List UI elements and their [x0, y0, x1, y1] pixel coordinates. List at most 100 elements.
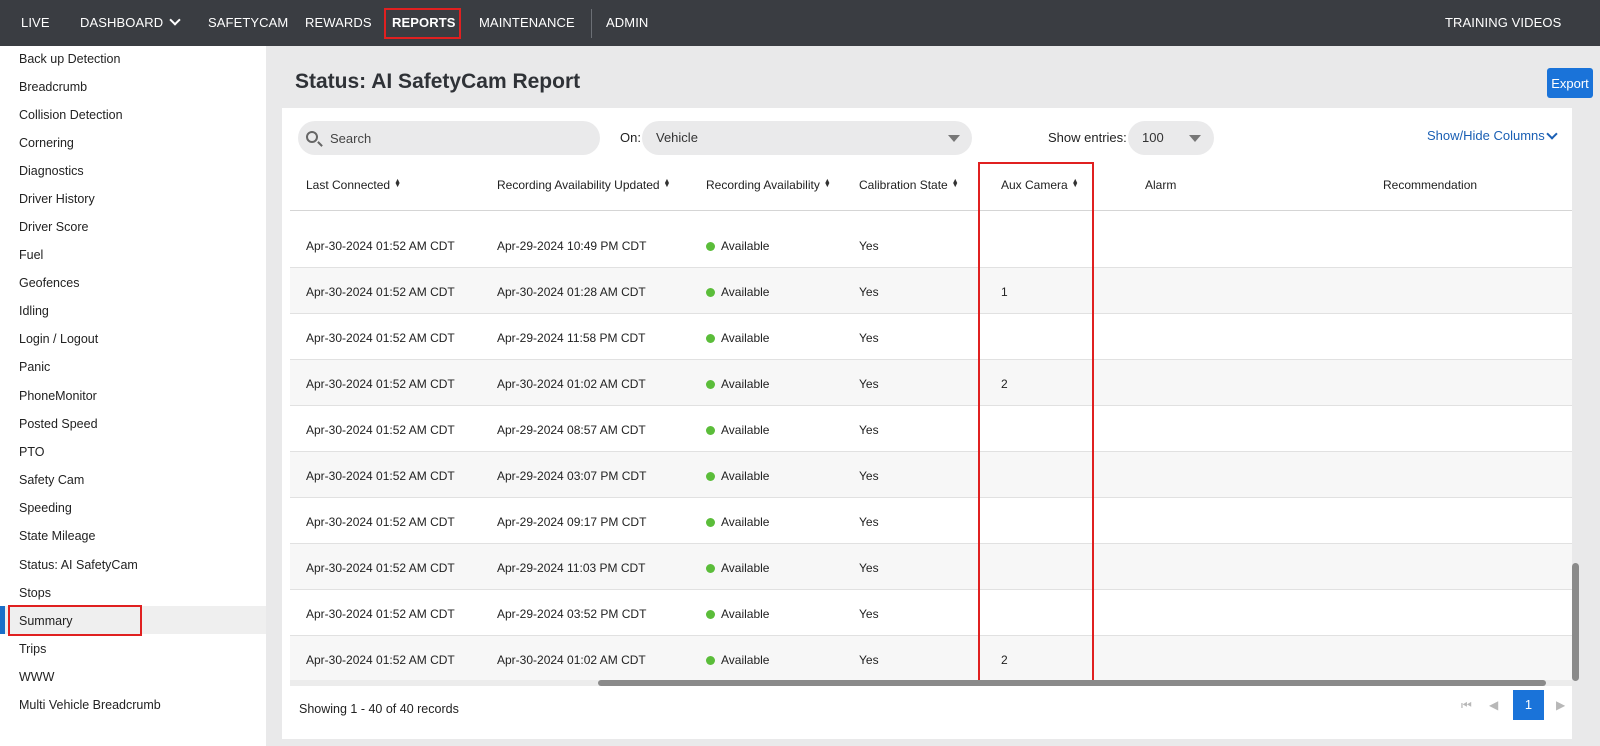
sort-icon: ▲ ▼	[394, 178, 401, 189]
sidebar-item[interactable]: PhoneMonitor	[19, 386, 97, 406]
nav-live[interactable]: LIVE	[21, 0, 50, 46]
vertical-scrollbar[interactable]	[1572, 563, 1579, 681]
on-label: On:	[620, 130, 641, 145]
sidebar-item[interactable]: Breadcrumb	[19, 77, 87, 97]
sidebar-item[interactable]: Driver History	[19, 189, 95, 209]
page-title: Status: AI SafetyCam Report	[295, 70, 581, 93]
table-row[interactable]: Apr-30-2024 01:52 AM CDT Apr-29-2024 03:5…	[290, 590, 1572, 636]
table-cell: Apr-30-2024 01:52 AM CDT	[306, 607, 455, 621]
sidebar-item[interactable]: Stops	[19, 583, 51, 603]
horizontal-scrollbar[interactable]	[598, 680, 1546, 686]
status-dot-icon	[706, 564, 715, 573]
column-header[interactable]: Recording Availability Updated ▲ ▼	[497, 178, 670, 192]
column-header-label: Recording Availability	[706, 178, 820, 192]
table-cell: Apr-30-2024 01:52 AM CDT	[306, 653, 455, 667]
nav-rewards[interactable]: REWARDS	[305, 0, 372, 46]
table-cell: Yes	[859, 285, 879, 299]
status-text: Available	[721, 469, 770, 483]
table-row[interactable]: Apr-30-2024 01:52 AM CDT Apr-30-2024 01:0…	[290, 360, 1572, 406]
sidebar-item[interactable]: PTO	[19, 442, 44, 462]
table-cell: Available	[706, 331, 769, 345]
nav-training-videos[interactable]: TRAINING VIDEOS	[1445, 0, 1561, 46]
status-text: Available	[721, 561, 770, 575]
table-cell: Yes	[859, 423, 879, 437]
nav-dashboard[interactable]: DASHBOARD	[80, 0, 181, 46]
table-row[interactable]: Apr-30-2024 01:52 AM CDT Apr-30-2024 01:2…	[290, 268, 1572, 314]
column-header[interactable]: Recording Availability ▲ ▼	[706, 178, 831, 192]
table-row[interactable]: Apr-30-2024 01:52 AM CDT Apr-29-2024 09:1…	[290, 498, 1572, 544]
nav-maintenance[interactable]: MAINTENANCE	[479, 0, 575, 46]
search-input[interactable]	[330, 127, 580, 149]
status-text: Available	[721, 239, 770, 253]
sidebar-item[interactable]: Geofences	[19, 273, 79, 293]
sidebar-item[interactable]: Idling	[19, 301, 49, 321]
table-cell: Apr-30-2024 01:52 AM CDT	[306, 561, 455, 575]
sidebar-item[interactable]: Driver Score	[19, 217, 88, 237]
sidebar-item[interactable]: State Mileage	[19, 526, 95, 546]
table-cell: Apr-30-2024 01:02 AM CDT	[497, 377, 646, 391]
page-button-current[interactable]: 1	[1513, 690, 1544, 720]
sidebar-item[interactable]: Posted Speed	[19, 414, 98, 434]
table-cell: Apr-30-2024 01:52 AM CDT	[306, 377, 455, 391]
table-cell: Available	[706, 653, 769, 667]
records-count: Showing 1 - 40 of 40 records	[299, 702, 459, 716]
sidebar-item[interactable]: Multi Vehicle Breadcrumb	[19, 695, 161, 715]
status-dot-icon	[706, 472, 715, 481]
sidebar-item[interactable]: Login / Logout	[19, 329, 98, 349]
sidebar-item[interactable]: Diagnostics	[19, 161, 84, 181]
sidebar-item[interactable]: Back up Detection	[19, 49, 120, 69]
sidebar-item[interactable]: Trips	[19, 639, 46, 659]
sidebar-item[interactable]: WWW	[19, 667, 54, 687]
status-text: Available	[721, 331, 770, 345]
column-header[interactable]: Calibration State ▲ ▼	[859, 178, 959, 192]
sidebar-item[interactable]: Status: AI SafetyCam	[19, 555, 138, 575]
table-cell: Yes	[859, 377, 879, 391]
status-dot-icon	[706, 334, 715, 343]
sidebar-item[interactable]: Cornering	[19, 133, 74, 153]
table-row[interactable]: Apr-30-2024 01:52 AM CDT Apr-29-2024 11:5…	[290, 314, 1572, 360]
table-cell: Apr-30-2024 01:52 AM CDT	[306, 515, 455, 529]
status-text: Available	[721, 607, 770, 621]
table-cell: Apr-29-2024 11:03 PM CDT	[497, 561, 646, 575]
status-text: Available	[721, 377, 770, 391]
status-text: Available	[721, 653, 770, 667]
search-icon	[306, 131, 318, 143]
column-header[interactable]: Recommendation	[1383, 178, 1477, 192]
sidebar-active-bar	[0, 606, 5, 634]
first-page-icon[interactable]: ⏮	[1461, 698, 1472, 713]
chevron-down-icon	[169, 14, 181, 26]
table-cell: Available	[706, 561, 769, 575]
table-row[interactable]: Apr-30-2024 01:52 AM CDT Apr-29-2024 08:5…	[290, 406, 1572, 452]
column-header[interactable]: Alarm	[1145, 178, 1176, 192]
entries-select[interactable]	[1128, 121, 1214, 155]
column-header[interactable]: Last Connected ▲ ▼	[306, 178, 401, 192]
table-cell: Yes	[859, 239, 879, 253]
prev-page-icon[interactable]: ◀	[1489, 698, 1498, 712]
table-row[interactable]: Apr-30-2024 01:52 AM CDT Apr-29-2024 10:4…	[290, 222, 1572, 268]
sort-icon: ▲ ▼	[951, 178, 959, 189]
sidebar-item[interactable]: Fuel	[19, 245, 43, 265]
table-row[interactable]: Apr-30-2024 01:52 AM CDT Apr-29-2024 11:0…	[290, 544, 1572, 590]
table-cell: Apr-29-2024 03:07 PM CDT	[497, 469, 647, 483]
table-row[interactable]: Apr-30-2024 01:52 AM CDT Apr-30-2024 01:0…	[290, 636, 1572, 682]
nav-safetycam[interactable]: SAFETYCAM	[208, 0, 288, 46]
sidebar-item[interactable]: Panic	[19, 357, 50, 377]
column-header-label: Alarm	[1145, 178, 1177, 192]
export-button[interactable]: Export	[1547, 68, 1593, 98]
next-page-icon[interactable]: ▶	[1556, 698, 1565, 712]
nav-admin[interactable]: ADMIN	[606, 0, 648, 46]
sidebar-item[interactable]: Collision Detection	[19, 105, 123, 125]
show-hide-columns-link[interactable]: Show/Hide Columns	[1427, 128, 1545, 143]
sidebar-item[interactable]: Speeding	[19, 498, 72, 518]
entries-select-value: 100	[1142, 130, 1164, 145]
status-dot-icon	[706, 656, 715, 665]
table-cell: Available	[706, 285, 769, 299]
sidebar-item[interactable]: Safety Cam	[19, 470, 84, 490]
table-cell: Available	[706, 515, 769, 529]
nav-divider	[591, 9, 592, 38]
table-cell: Apr-29-2024 08:57 AM CDT	[497, 423, 646, 437]
table-cell: Available	[706, 469, 769, 483]
vehicle-select-value: Vehicle	[656, 130, 698, 145]
table-row[interactable]: Apr-30-2024 01:52 AM CDT Apr-29-2024 03:0…	[290, 452, 1572, 498]
column-header-label: Recommendation	[1383, 178, 1478, 192]
